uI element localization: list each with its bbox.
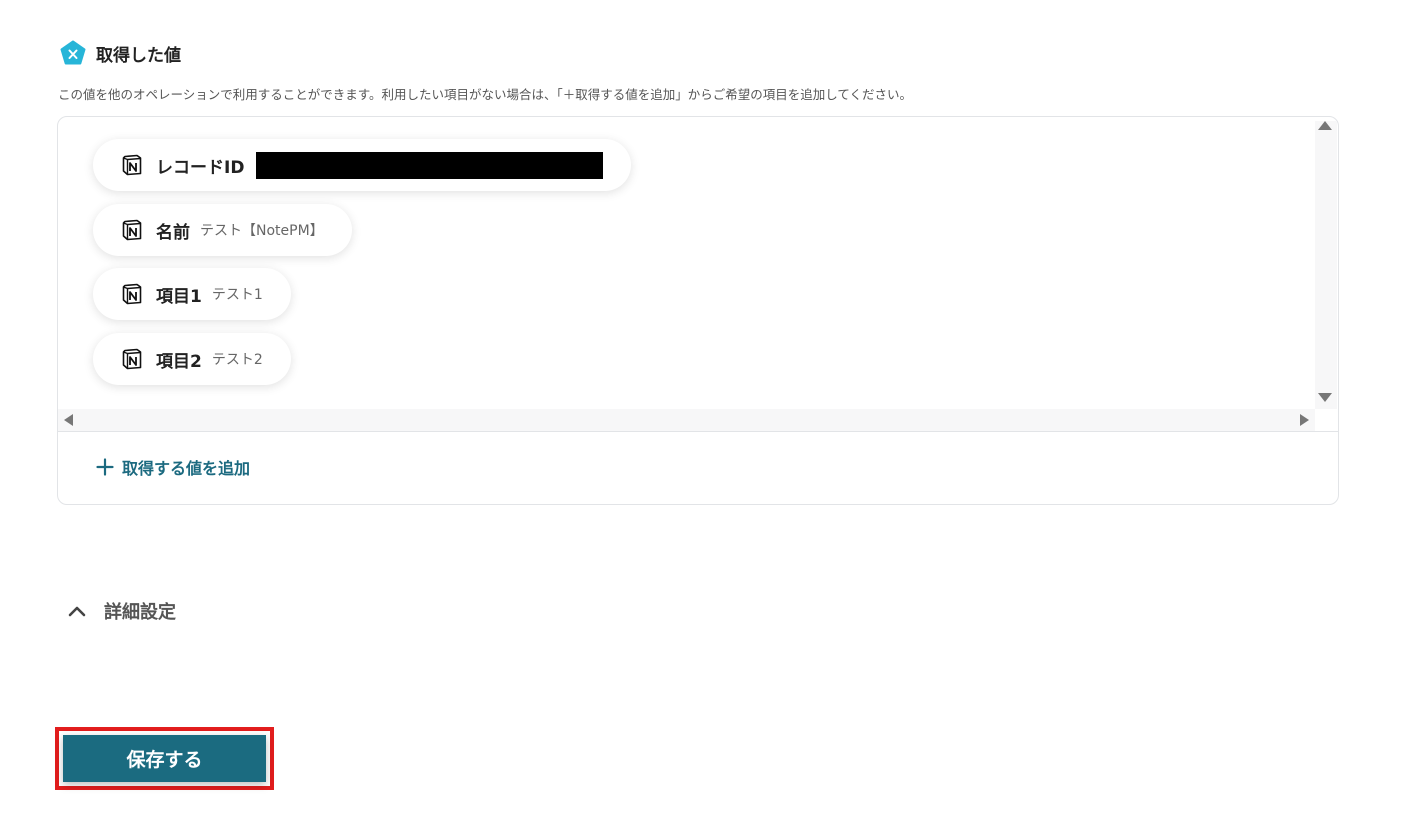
add-value-label: 取得する値を追加	[122, 459, 251, 478]
value-text: テスト【NotePM】	[200, 223, 324, 239]
values-list: レコードID 名前 テスト【NotePM】 項目1 テスト1 項目2 テスト2	[58, 117, 1316, 407]
panel-divider	[58, 431, 1338, 432]
notion-icon	[122, 219, 142, 241]
values-panel: レコードID 名前 テスト【NotePM】 項目1 テスト1 項目2 テスト2 …	[57, 116, 1339, 505]
value-text: テスト1	[211, 287, 263, 303]
save-button[interactable]: 保存する	[63, 735, 266, 782]
scroll-up-arrow-icon[interactable]	[1318, 121, 1332, 130]
value-chip-record-id[interactable]: レコードID	[93, 139, 632, 191]
value-chip-item1[interactable]: 項目1 テスト1	[93, 268, 291, 320]
section-title: 取得した値	[96, 45, 181, 66]
add-value-button[interactable]: 取得する値を追加	[96, 455, 250, 479]
notion-icon	[122, 348, 142, 370]
plus-icon	[96, 458, 114, 476]
value-label: レコードID	[156, 157, 245, 178]
chevron-up-icon	[68, 606, 86, 617]
notion-icon	[122, 154, 142, 176]
scroll-corner	[1315, 409, 1337, 431]
section-header: 取得した値	[60, 40, 181, 66]
value-label: 項目2	[156, 351, 202, 372]
horizontal-scrollbar[interactable]	[58, 409, 1316, 431]
value-label: 項目1	[156, 286, 202, 307]
variable-pentagon-icon	[60, 40, 86, 65]
vertical-scrollbar[interactable]	[1315, 121, 1337, 411]
scroll-left-arrow-icon[interactable]	[64, 414, 73, 426]
notion-icon	[122, 283, 142, 305]
value-chip-name[interactable]: 名前 テスト【NotePM】	[93, 204, 352, 256]
redacted-value	[256, 151, 604, 179]
value-text: テスト2	[211, 352, 263, 368]
advanced-settings-label: 詳細設定	[104, 602, 176, 623]
advanced-settings-toggle[interactable]: 詳細設定	[66, 598, 176, 624]
scroll-right-arrow-icon[interactable]	[1300, 414, 1309, 426]
value-chip-item2[interactable]: 項目2 テスト2	[93, 333, 291, 385]
value-label: 名前	[156, 222, 190, 243]
scroll-down-arrow-icon[interactable]	[1318, 393, 1332, 402]
section-description: この値を他のオペレーションで利用することができます。利用したい項目がない場合は、…	[58, 87, 913, 102]
